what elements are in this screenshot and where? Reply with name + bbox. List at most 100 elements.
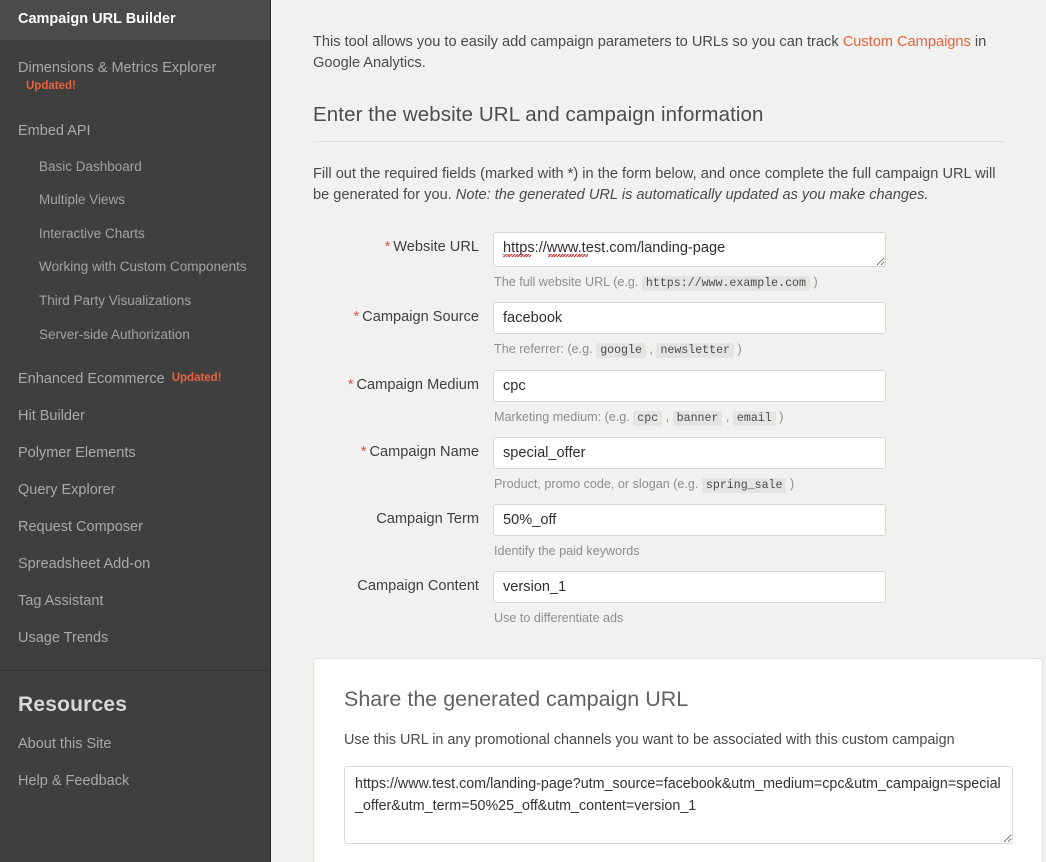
form-row-campaign-name: *Campaign NameProduct, promo code, or sl… bbox=[313, 437, 1004, 494]
custom-campaigns-link[interactable]: Custom Campaigns bbox=[843, 34, 971, 50]
sidebar-resource-label: Help & Feedback bbox=[18, 773, 130, 790]
sidebar-item-interactive-charts[interactable]: Interactive Charts bbox=[0, 217, 270, 251]
sidebar-item-spreadsheet-add-on[interactable]: Spreadsheet Add-on bbox=[0, 546, 270, 583]
sidebar-item-third-party-visualizations[interactable]: Third Party Visualizations bbox=[0, 284, 270, 318]
sidebar-item-badge: Updated! bbox=[171, 372, 222, 385]
sidebar-item-server-side-authorization[interactable]: Server-side Authorization bbox=[0, 318, 270, 352]
heading-divider bbox=[313, 141, 1004, 143]
field-column-campaign-name: Product, promo code, or slogan (e.g. spr… bbox=[493, 437, 1004, 494]
campaign-form: * Website URL The full website URL (e.g. h… bbox=[313, 231, 1004, 628]
field-hint-code: spring_sale bbox=[701, 478, 787, 494]
field-hint-code: newsletter bbox=[656, 343, 735, 359]
field-hint-text: The referrer: (e.g. bbox=[494, 342, 597, 357]
field-hint-campaign-source: The referrer: (e.g. google , newsletter … bbox=[494, 342, 742, 359]
field-column-website-url: The full website URL (e.g. https://www.e… bbox=[493, 231, 1004, 292]
sidebar-item-label: Spreadsheet Add-on bbox=[18, 556, 151, 573]
sidebar-item-dimensions-metrics-explorer[interactable]: Dimensions & Metrics Explorer Updated! bbox=[0, 50, 270, 103]
field-input-campaign-medium[interactable] bbox=[493, 369, 886, 402]
instructions-paragraph: Fill out the required fields (marked wit… bbox=[313, 164, 1004, 205]
sidebar-item-multiple-views[interactable]: Multiple Views bbox=[0, 183, 270, 217]
sidebar-item-label: Embed API bbox=[18, 122, 91, 139]
sidebar-group-spacer bbox=[0, 40, 270, 50]
field-label-text: Campaign Source bbox=[362, 309, 479, 326]
sidebar-item-label: Dimensions & Metrics Explorer bbox=[18, 60, 217, 77]
sidebar-item-label: Server-side Authorization bbox=[39, 326, 190, 342]
instructions-note: Note: the generated URL is automatically… bbox=[455, 187, 929, 204]
share-panel-description: Use this URL in any promotional channels… bbox=[344, 732, 955, 749]
page-title: Enter the website URL and campaign infor… bbox=[313, 103, 764, 127]
sidebar-resources-list: About this Site Help & Feedback bbox=[0, 726, 270, 800]
form-row-campaign-source: *Campaign Source The referrer: (e.g. goog… bbox=[313, 302, 1004, 359]
share-panel: Share the generated campaign URL Use thi… bbox=[313, 658, 1043, 862]
field-hint-campaign-content: Use to differentiate ads bbox=[494, 609, 1004, 628]
sidebar-item-polymer-elements[interactable]: Polymer Elements bbox=[0, 435, 270, 472]
sidebar-item-working-with-custom-components[interactable]: Working with Custom Components bbox=[0, 250, 270, 284]
sidebar-item-tag-assistant[interactable]: Tag Assistant bbox=[0, 583, 270, 620]
form-row-website-url: *Website URLThe full website URL (e.g. h… bbox=[313, 231, 1004, 292]
form-row-campaign-content: Campaign Content Use to differentiate ads bbox=[313, 571, 1004, 628]
field-input-website-url[interactable] bbox=[493, 231, 886, 267]
field-hint-text: Identify the paid keywords bbox=[494, 544, 640, 559]
sidebar-item-label: Enhanced Ecommerce bbox=[18, 371, 165, 388]
sidebar-item-label: Working with Custom Components bbox=[39, 259, 247, 275]
field-label-campaign-term: Campaign Term bbox=[313, 504, 493, 527]
field-hint-website-url: The full website URL (e.g. https://www.e… bbox=[494, 273, 1004, 292]
required-asterisk: * bbox=[360, 444, 367, 461]
sidebar-nav-list: Campaign URL Builder Dimensions & Metrics… bbox=[0, 0, 270, 657]
sidebar-item-label: Third Party Visualizations bbox=[39, 292, 192, 308]
sidebar-resource-help-feedback[interactable]: Help & Feedback bbox=[0, 763, 270, 800]
sidebar-resources-title: Resources bbox=[18, 693, 128, 717]
field-hint-suffix: ) bbox=[734, 342, 742, 357]
field-hint-text: The full website URL (e.g. bbox=[494, 274, 642, 289]
required-asterisk: * bbox=[353, 309, 360, 326]
field-input-campaign-name[interactable] bbox=[493, 437, 886, 470]
sidebar-item-request-composer[interactable]: Request Composer bbox=[0, 509, 270, 546]
sidebar: Campaign URL Builder Dimensions & Metrics… bbox=[0, 0, 271, 862]
sidebar-item-badge: Updated! bbox=[26, 80, 76, 93]
field-input-campaign-source[interactable] bbox=[493, 302, 886, 335]
field-hint-code: email bbox=[732, 410, 776, 426]
field-hint-campaign-term: Identify the paid keywords bbox=[494, 542, 1004, 561]
field-hint-code: cpc bbox=[633, 410, 663, 426]
form-row-campaign-term: Campaign Term Identify the paid keywords bbox=[313, 504, 1004, 561]
sidebar-item-label: Request Composer bbox=[18, 519, 143, 536]
field-input-campaign-content[interactable] bbox=[493, 571, 886, 604]
main-content: This tool allows you to easily add campa… bbox=[271, 0, 1046, 862]
generated-url-textarea[interactable] bbox=[344, 766, 1013, 845]
sidebar-item-usage-trends[interactable]: Usage Trends bbox=[0, 620, 270, 657]
field-label-text: Campaign Medium bbox=[356, 376, 479, 393]
field-column-campaign-source: The referrer: (e.g. google , newsletter … bbox=[493, 302, 1004, 359]
field-hint-suffix: ) bbox=[809, 274, 818, 289]
field-hint-suffix: ) bbox=[786, 477, 795, 492]
sidebar-item-label: Campaign URL Builder bbox=[18, 11, 176, 27]
field-column-campaign-content: Use to differentiate ads bbox=[493, 571, 1004, 628]
field-hint-campaign-medium: Marketing medium: (e.g. cpc , banner , e… bbox=[494, 409, 784, 426]
share-panel-title: Share the generated campaign URL bbox=[344, 687, 689, 712]
sidebar-item-campaign-url-builder[interactable]: Campaign URL Builder bbox=[0, 0, 270, 41]
field-label-text: Website URL bbox=[393, 238, 479, 255]
field-column-campaign-term: Identify the paid keywords bbox=[493, 504, 1004, 561]
required-asterisk: * bbox=[347, 376, 354, 393]
sidebar-item-label: Polymer Elements bbox=[18, 445, 136, 462]
field-hint-code: google bbox=[596, 343, 646, 359]
sidebar-item-label: Interactive Charts bbox=[39, 225, 145, 241]
sidebar-group-spacer bbox=[0, 351, 270, 361]
sidebar-item-basic-dashboard[interactable]: Basic Dashboard bbox=[0, 150, 270, 184]
field-label-campaign-medium: * Campaign Medium bbox=[313, 370, 493, 393]
sidebar-item-label: Usage Trends bbox=[18, 630, 109, 647]
field-hint-suffix: ) bbox=[775, 409, 784, 424]
field-column-campaign-medium: Marketing medium: (e.g. cpc , banner , e… bbox=[493, 369, 1004, 427]
intro-text-before: This tool allows you to easily add campa… bbox=[313, 34, 843, 50]
sidebar-item-hit-builder[interactable]: Hit Builder bbox=[0, 398, 270, 435]
sidebar-item-query-explorer[interactable]: Query Explorer bbox=[0, 472, 270, 509]
sidebar-item-embed-api[interactable]: Embed API bbox=[0, 113, 270, 150]
field-input-campaign-term[interactable] bbox=[493, 504, 886, 537]
sidebar-item-enhanced-ecommerce[interactable]: Enhanced Ecommerce Updated! bbox=[0, 361, 270, 398]
field-wrapper-website-url bbox=[493, 231, 886, 267]
field-hint-text: Use to differentiate ads bbox=[494, 611, 624, 626]
sidebar-item-label: Basic Dashboard bbox=[39, 158, 142, 174]
sidebar-resource-about-this-site[interactable]: About this Site bbox=[0, 726, 270, 763]
field-hint-text: Marketing medium: (e.g. bbox=[494, 409, 634, 424]
field-label-campaign-name: * Campaign Name bbox=[313, 437, 493, 460]
sidebar-item-label: Tag Assistant bbox=[18, 593, 104, 610]
